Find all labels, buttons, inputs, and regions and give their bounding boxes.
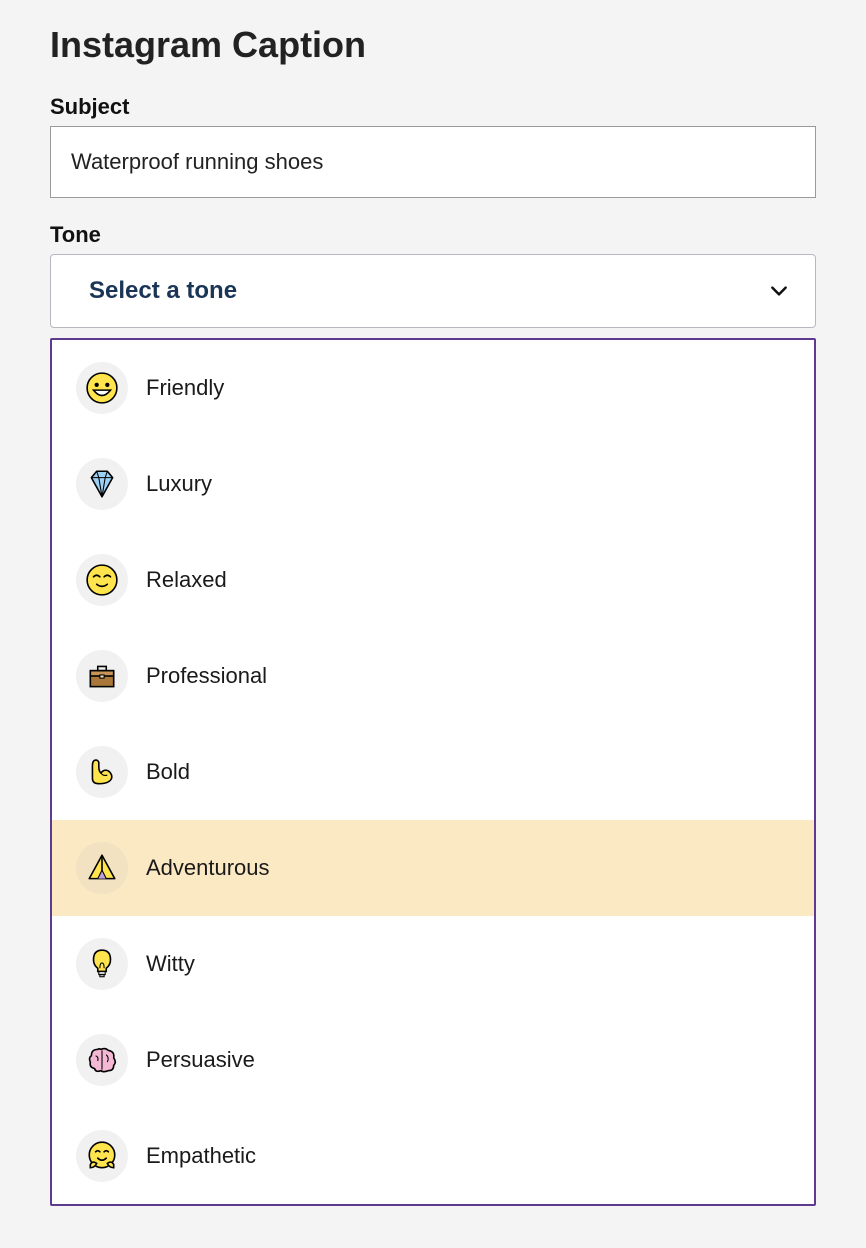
smile-face-icon bbox=[76, 554, 128, 606]
tone-select[interactable]: Select a tone bbox=[50, 254, 816, 328]
tone-section: Tone Select a tone Friendly Luxury Relaxed… bbox=[50, 222, 816, 1206]
tone-option-label: Persuasive bbox=[146, 1047, 255, 1073]
brain-icon bbox=[76, 1034, 128, 1086]
tone-option-label: Adventurous bbox=[146, 855, 270, 881]
tone-option-label: Bold bbox=[146, 759, 190, 785]
tone-option[interactable]: Adventurous bbox=[52, 820, 814, 916]
diamond-icon bbox=[76, 458, 128, 510]
tone-option-label: Professional bbox=[146, 663, 267, 689]
chevron-down-icon bbox=[769, 281, 789, 301]
tone-option-label: Luxury bbox=[146, 471, 212, 497]
grin-face-icon bbox=[76, 362, 128, 414]
tone-option[interactable]: Professional bbox=[52, 628, 814, 724]
tone-option-label: Empathetic bbox=[146, 1143, 256, 1169]
tone-label: Tone bbox=[50, 222, 816, 248]
briefcase-icon bbox=[76, 650, 128, 702]
subject-section: Subject bbox=[50, 94, 816, 198]
tone-option[interactable]: Luxury bbox=[52, 436, 814, 532]
tone-option[interactable]: Bold bbox=[52, 724, 814, 820]
tone-option[interactable]: Persuasive bbox=[52, 1012, 814, 1108]
tone-select-placeholder: Select a tone bbox=[89, 277, 237, 305]
hug-face-icon bbox=[76, 1130, 128, 1182]
tone-option[interactable]: Empathetic bbox=[52, 1108, 814, 1204]
sail-triangle-icon bbox=[76, 842, 128, 894]
tone-option-label: Friendly bbox=[146, 375, 224, 401]
subject-label: Subject bbox=[50, 94, 816, 120]
tone-option[interactable]: Witty bbox=[52, 916, 814, 1012]
tone-option-label: Witty bbox=[146, 951, 195, 977]
tone-option[interactable]: Relaxed bbox=[52, 532, 814, 628]
tone-option-label: Relaxed bbox=[146, 567, 227, 593]
tone-option[interactable]: Friendly bbox=[52, 340, 814, 436]
flex-arm-icon bbox=[76, 746, 128, 798]
page-title: Instagram Caption bbox=[50, 24, 816, 66]
tone-dropdown: Friendly Luxury Relaxed Professional Bold Adv… bbox=[50, 338, 816, 1206]
lightbulb-icon bbox=[76, 938, 128, 990]
subject-input[interactable] bbox=[50, 126, 816, 198]
